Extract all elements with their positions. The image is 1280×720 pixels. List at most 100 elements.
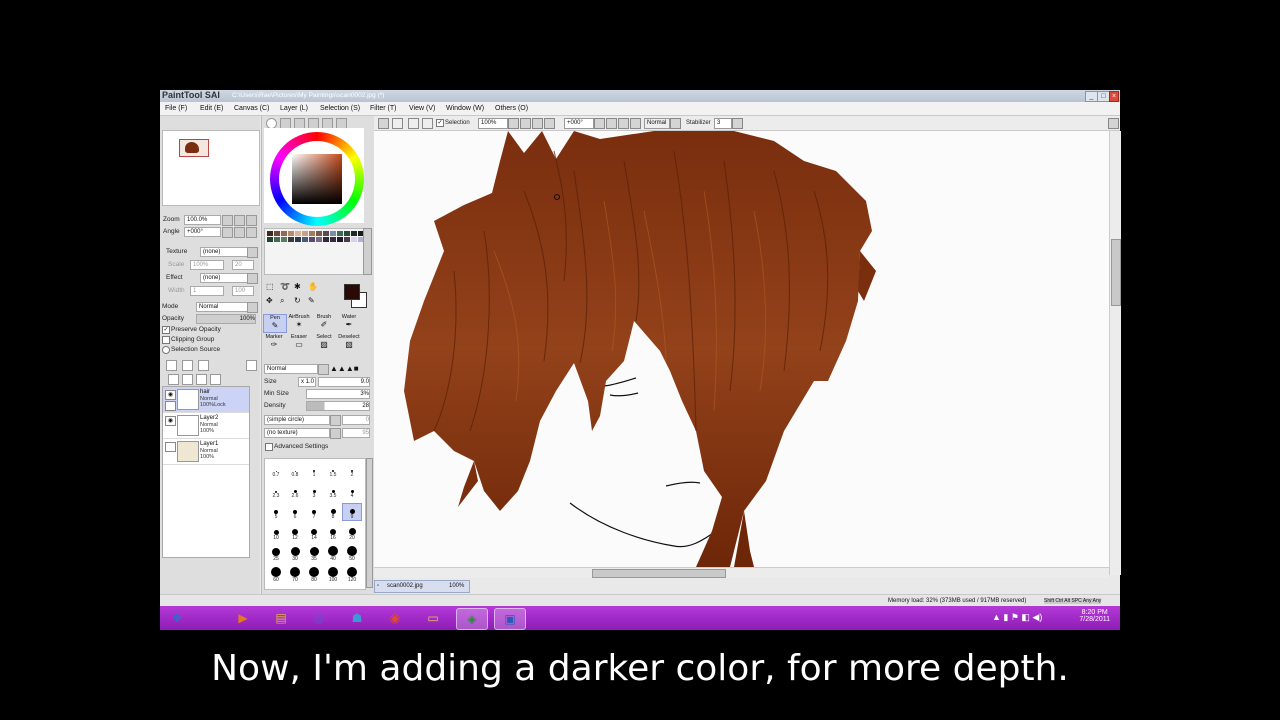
brush-size-preset[interactable]: 5	[267, 504, 285, 520]
brush-size-preset[interactable]: 2.6	[286, 483, 304, 499]
color-swatch[interactable]	[323, 237, 329, 242]
density-slider[interactable]: 28	[306, 401, 370, 411]
brush-size-preset[interactable]: 1	[305, 462, 323, 478]
toolbar-mode[interactable]: Normal	[644, 118, 670, 129]
color-swatches[interactable]	[264, 228, 364, 275]
color-swatch[interactable]	[295, 231, 301, 236]
horizontal-scroll-thumb[interactable]	[592, 569, 726, 578]
messenger-icon[interactable]: ☗	[342, 608, 372, 628]
stabilizer-select[interactable]: 3	[714, 118, 732, 129]
visibility-eye-icon[interactable]: ◉	[165, 416, 176, 426]
color-swatch[interactable]	[323, 231, 329, 236]
explorer-icon[interactable]: ▤	[266, 608, 296, 628]
min-size-slider[interactable]: 3%	[306, 389, 370, 399]
brush-size-preset[interactable]: 12	[286, 525, 304, 541]
color-swatch[interactable]	[288, 231, 294, 236]
horizontal-scrollbar[interactable]	[374, 567, 1109, 578]
menu-selection[interactable]: Selection (S)	[320, 105, 360, 112]
menu-others[interactable]: Others (O)	[495, 105, 528, 112]
document-tab[interactable]: ▫ scan0002.jpg 100%	[374, 580, 470, 593]
zoom-out-button[interactable]	[222, 215, 233, 226]
start-orb-icon[interactable]: ❖	[162, 608, 192, 628]
brush-texture-dropdown-icon[interactable]	[330, 428, 341, 439]
brush-size-preset[interactable]: 9	[342, 503, 362, 521]
firefox-icon[interactable]: ◎	[304, 608, 334, 628]
zoom-out-icon[interactable]	[508, 118, 519, 129]
brush-size-preset[interactable]: 70	[286, 567, 304, 583]
brush-shape-icons[interactable]: ▲▲▲■	[330, 364, 359, 373]
menu-filter[interactable]: Filter (T)	[370, 105, 396, 112]
folder-icon[interactable]: ▭	[418, 608, 448, 628]
brush-blend-dropdown-icon[interactable]	[318, 364, 329, 375]
brush-size-preset[interactable]: 50	[343, 546, 361, 562]
rect-select-icon[interactable]: ⬚	[266, 282, 274, 291]
navigator-viewport[interactable]	[179, 139, 209, 157]
brush-size-preset[interactable]: 20	[343, 525, 361, 541]
menu-window[interactable]: Window (W)	[446, 105, 484, 112]
zoom-reset-button[interactable]	[246, 215, 257, 226]
brush-texture-select[interactable]: (no texture)	[264, 428, 330, 438]
flip-horizontal-icon[interactable]	[630, 118, 641, 129]
effect-width-value[interactable]: 1	[190, 286, 224, 296]
new-layer-icon[interactable]	[166, 360, 177, 371]
color-swatch[interactable]	[330, 231, 336, 236]
menu-layer[interactable]: Layer (L)	[280, 105, 308, 112]
layer-row-hair[interactable]: ◉ hair Normal 100%Lock	[163, 387, 249, 413]
brush-grid-scrollbar[interactable]	[366, 458, 373, 588]
texture-strength-value[interactable]: 20	[232, 260, 254, 270]
tool-water[interactable]: Water ✒	[338, 314, 360, 331]
new-folder-icon[interactable]	[198, 360, 209, 371]
effect-select[interactable]: (none)	[200, 273, 248, 283]
rotate-left-icon[interactable]	[594, 118, 605, 129]
color-swatch[interactable]	[337, 237, 343, 242]
opacity-slider[interactable]: 100%	[196, 314, 256, 324]
saturation-value-square[interactable]	[292, 154, 342, 204]
brush-blend-select[interactable]: Normal	[264, 364, 318, 374]
eyedropper-icon[interactable]: ✎	[308, 296, 315, 305]
magic-wand-icon[interactable]: ✱	[294, 282, 301, 291]
color-swatch[interactable]	[316, 231, 322, 236]
color-swatch[interactable]	[344, 237, 350, 242]
transfer-down-icon[interactable]	[168, 374, 179, 385]
zoom-tool-icon[interactable]: ⌕	[280, 296, 284, 306]
brush-size-preset[interactable]: 60	[267, 567, 285, 583]
close-button[interactable]: ×	[1109, 91, 1119, 102]
toolbar-zoom[interactable]: 100%	[478, 118, 508, 129]
rotate-tool-icon[interactable]: ↻	[294, 296, 301, 305]
color-swatch[interactable]	[351, 237, 357, 242]
photoshop-icon[interactable]: ◈	[456, 608, 488, 630]
redo-icon[interactable]	[392, 118, 403, 129]
brush-size-preset[interactable]: 8	[324, 504, 342, 520]
color-swatch[interactable]	[316, 237, 322, 242]
angle-value[interactable]: +000°	[184, 227, 221, 237]
brush-size-preset[interactable]: 2.3	[267, 483, 285, 499]
texture-scale-value[interactable]: 100%	[190, 260, 224, 270]
visibility-eye-icon[interactable]: ◉	[165, 390, 176, 400]
menu-edit[interactable]: Edit (E)	[200, 105, 223, 112]
preserve-opacity-checkbox[interactable]: ✓	[162, 326, 170, 334]
color-swatch[interactable]	[309, 231, 315, 236]
edit-pen-icon[interactable]	[165, 401, 176, 411]
canvas-close-icon[interactable]	[1108, 118, 1119, 129]
lasso-icon[interactable]: ➰	[280, 282, 290, 291]
rotate-right-button[interactable]	[234, 227, 245, 238]
paint-tool-sai-icon[interactable]: ▣	[494, 608, 526, 630]
deselect-toolbar-icon[interactable]	[408, 118, 419, 129]
tool-pen[interactable]: Pen ✎	[263, 314, 287, 333]
color-swatch[interactable]	[344, 231, 350, 236]
brush-size-preset[interactable]: 120	[343, 567, 361, 583]
chrome-icon[interactable]: ◉	[380, 608, 410, 628]
vertical-scrollbar[interactable]	[1109, 131, 1121, 575]
brush-shape-dropdown-icon[interactable]	[330, 415, 341, 426]
zoom-in-button[interactable]	[234, 215, 245, 226]
delete-layer-icon[interactable]	[210, 374, 221, 385]
rotate-left-button[interactable]	[222, 227, 233, 238]
brush-size-preset[interactable]: 7	[305, 504, 323, 520]
brush-size-preset[interactable]: 1.5	[324, 462, 342, 478]
hand-icon[interactable]: ✋	[308, 282, 318, 291]
effect-strength-value[interactable]: 100	[232, 286, 254, 296]
clipping-group-checkbox[interactable]	[162, 336, 170, 344]
color-swatch[interactable]	[351, 231, 357, 236]
brush-size-preset[interactable]: 30	[286, 546, 304, 562]
color-swatch[interactable]	[281, 231, 287, 236]
